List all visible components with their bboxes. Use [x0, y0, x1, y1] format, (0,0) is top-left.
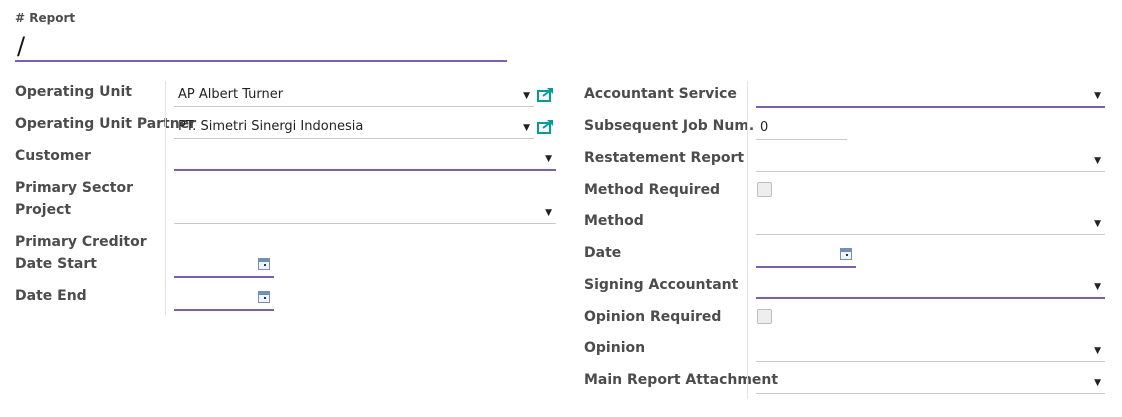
external-link-icon[interactable]	[537, 86, 555, 106]
caret-down-icon[interactable]: ▼	[1094, 274, 1101, 300]
operating-unit-partner-select[interactable]: PT. Simetri Sinergi Indonesia ▼	[174, 115, 534, 139]
project-label: Project	[15, 202, 72, 218]
subsequent-job-num-label: Subsequent Job Num.	[584, 118, 755, 134]
operating-unit-label: Operating Unit	[15, 84, 132, 100]
calendar-icon[interactable]	[258, 291, 270, 303]
signing-accountant-select[interactable]: ▼	[756, 274, 1105, 299]
caret-down-icon[interactable]: ▼	[1094, 148, 1101, 174]
caret-down-icon[interactable]: ▼	[1094, 338, 1101, 364]
calendar-icon[interactable]	[840, 248, 852, 260]
caret-down-icon[interactable]: ▼	[1094, 211, 1101, 237]
caret-down-icon[interactable]: ▼	[545, 200, 552, 226]
caret-down-icon[interactable]: ▼	[1094, 370, 1101, 396]
accountant-service-label: Accountant Service	[584, 86, 737, 102]
date-start-label: Date Start	[15, 256, 97, 272]
right-column-divider	[747, 81, 748, 399]
signing-accountant-label: Signing Accountant	[584, 277, 739, 293]
calendar-icon[interactable]	[258, 258, 270, 270]
caret-down-icon[interactable]: ▼	[523, 115, 530, 141]
opinion-required-label: Opinion Required	[584, 309, 722, 325]
method-required-label: Method Required	[584, 182, 721, 198]
method-select[interactable]: ▼	[756, 211, 1105, 235]
opinion-label: Opinion	[584, 340, 646, 356]
restatement-report-select[interactable]: ▼	[756, 148, 1105, 172]
primary-sector-label: Primary Sector	[15, 180, 133, 196]
restatement-report-label: Restatement Report	[584, 150, 745, 166]
left-column-divider	[165, 81, 166, 315]
date-label: Date	[584, 245, 622, 261]
main-report-attachment-label: Main Report Attachment	[584, 372, 779, 388]
opinion-required-checkbox[interactable]	[757, 309, 772, 324]
project-select[interactable]: ▼	[174, 200, 556, 224]
accountant-service-select[interactable]: ▼	[756, 83, 1105, 108]
customer-label: Customer	[15, 148, 91, 164]
report-number-field[interactable]: /	[15, 30, 507, 62]
operating-unit-value: AP Albert Turner	[178, 87, 284, 102]
date-end-input[interactable]	[174, 286, 274, 311]
caret-down-icon[interactable]: ▼	[523, 83, 530, 109]
method-label: Method	[584, 213, 644, 229]
caret-down-icon[interactable]: ▼	[1094, 83, 1101, 109]
primary-creditor-label: Primary Creditor	[15, 234, 147, 250]
subsequent-job-num-input[interactable]: 0	[756, 116, 847, 140]
caret-down-icon[interactable]: ▼	[545, 146, 552, 172]
operating-unit-partner-value: PT. Simetri Sinergi Indonesia	[178, 119, 364, 134]
date-start-input[interactable]	[174, 253, 274, 278]
date-end-label: Date End	[15, 288, 87, 304]
report-number-label: # Report	[15, 11, 76, 25]
customer-select[interactable]: ▼	[174, 146, 556, 171]
operating-unit-select[interactable]: AP Albert Turner ▼	[174, 83, 534, 107]
method-required-checkbox[interactable]	[757, 182, 772, 197]
date-input[interactable]	[756, 243, 856, 268]
main-report-attachment-select[interactable]: ▼	[756, 370, 1105, 394]
opinion-select[interactable]: ▼	[756, 338, 1105, 362]
operating-unit-partner-label: Operating Unit Partner	[15, 116, 197, 132]
external-link-icon[interactable]	[537, 118, 555, 138]
